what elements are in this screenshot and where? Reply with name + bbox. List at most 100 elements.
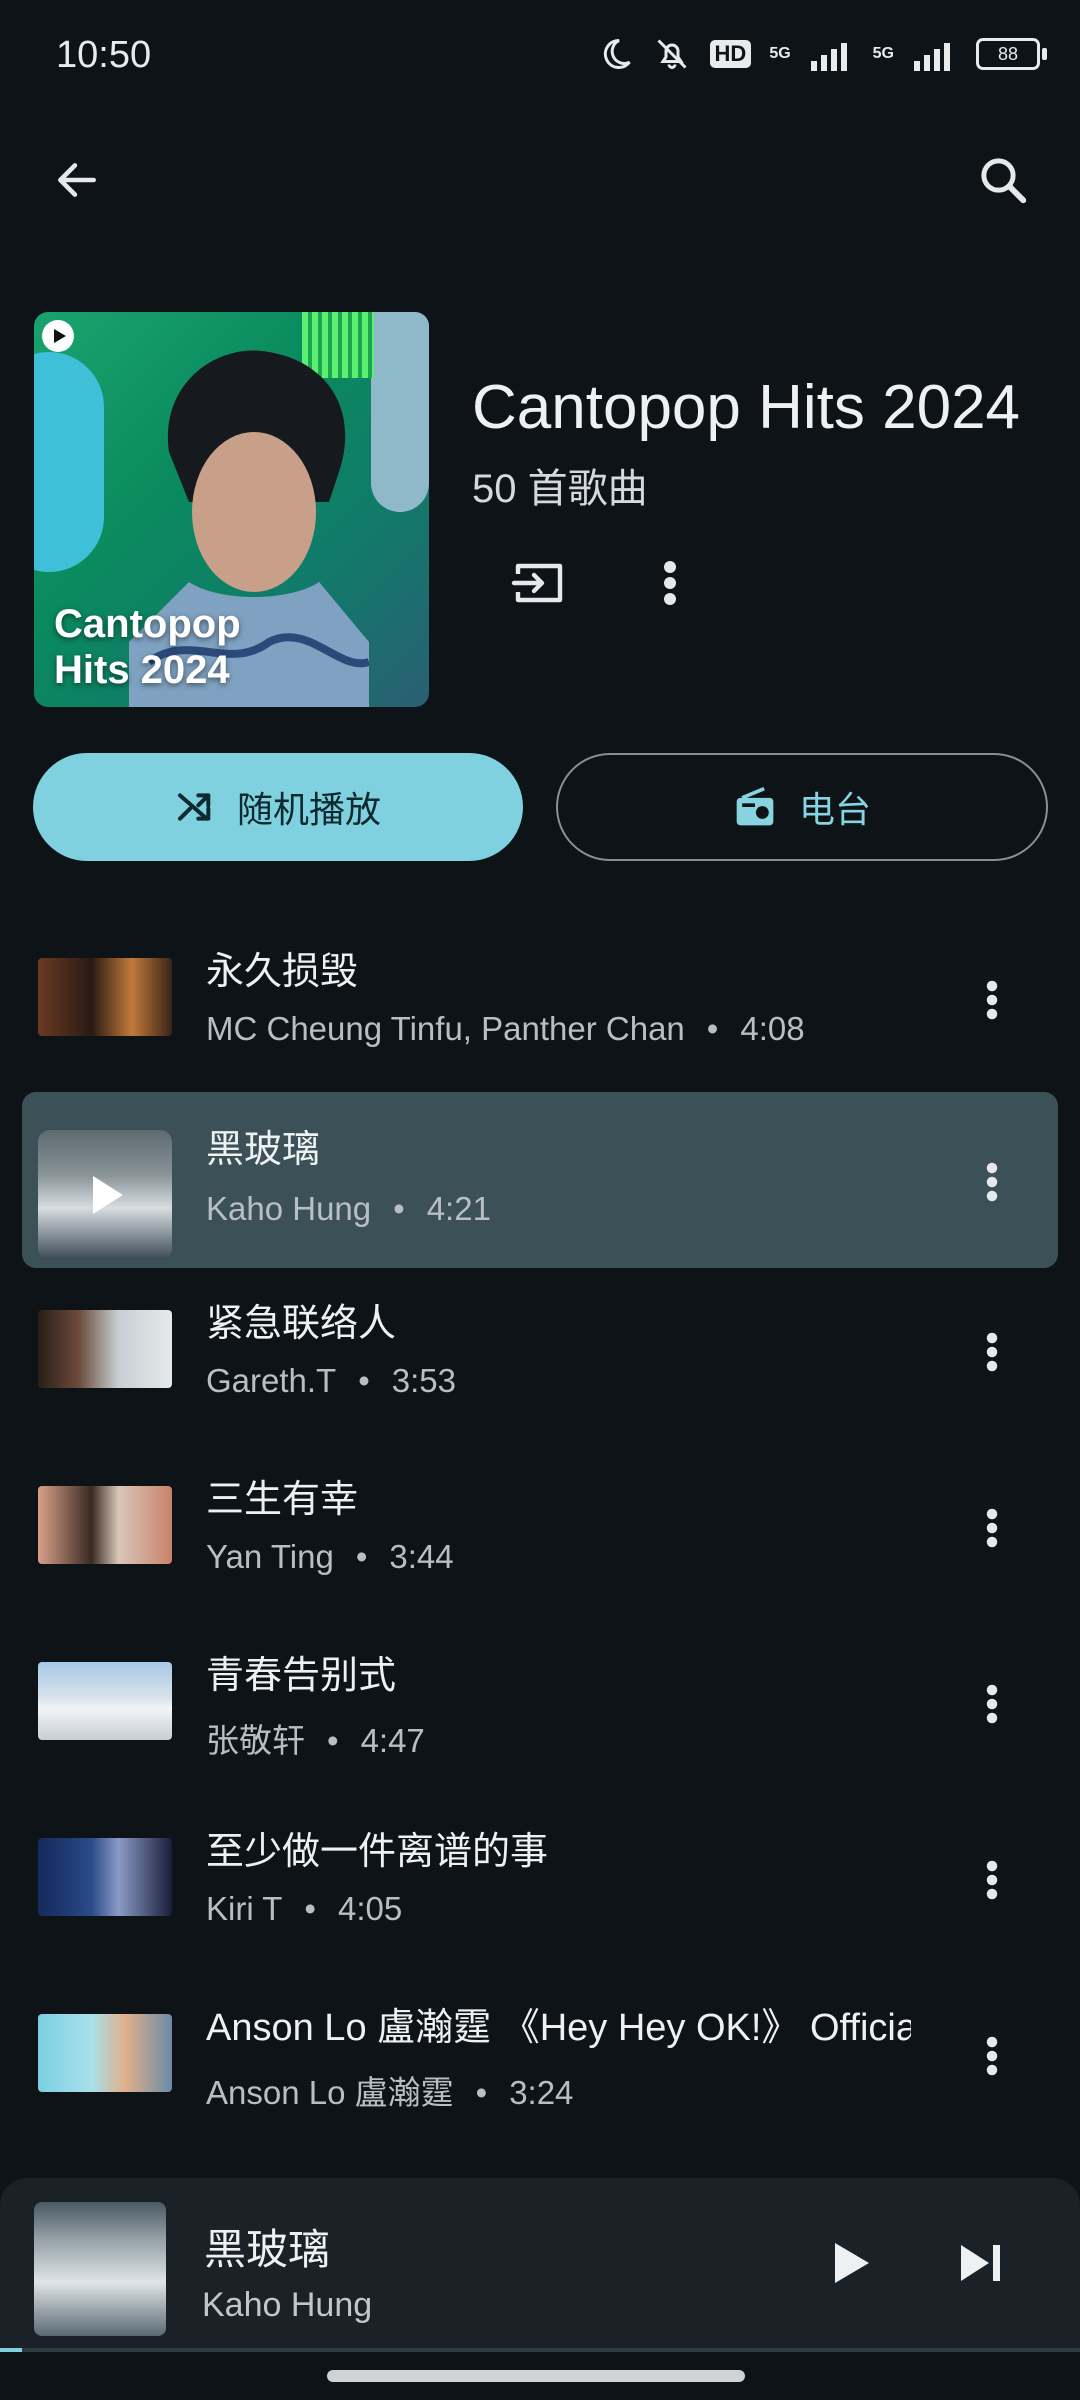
song-title: Anson Lo 盧瀚霆 《Hey Hey OK!》 Official	[206, 2007, 911, 2049]
song-meta: Kaho Hung • 4:21	[206, 1190, 491, 1228]
song-list: 永久损毁 MC Cheung Tinfu, Panther Chan • 4:08 …	[0, 910, 1080, 2142]
playlist-more-button[interactable]	[630, 543, 710, 623]
song-row[interactable]: Anson Lo 盧瀚霆 《Hey Hey OK!》 Official Anso…	[0, 1966, 1080, 2142]
song-row[interactable]: 紧急联络人 Gareth.T • 3:53	[0, 1262, 1080, 1438]
save-to-library-icon	[511, 563, 563, 603]
song-duration: 4:21	[426, 1190, 491, 1227]
cover-shape	[371, 312, 429, 512]
song-meta: Kiri T • 4:05	[206, 1890, 402, 1928]
playlist-song-count: 50 首歌曲	[472, 467, 648, 511]
song-title: 黑玻璃	[206, 1129, 321, 1171]
song-meta: MC Cheung Tinfu, Panther Chan • 4:08	[206, 1010, 805, 1048]
more-vert-icon	[986, 1508, 998, 1548]
song-more-button[interactable]	[960, 958, 1024, 1042]
song-meta: Gareth.T • 3:53	[206, 1362, 456, 1400]
song-duration: 4:47	[360, 1722, 425, 1759]
battery-indicator: 88	[976, 38, 1047, 70]
song-duration: 3:53	[391, 1362, 457, 1399]
song-meta: 张敬轩 • 4:47	[206, 1714, 425, 1762]
song-row[interactable]: 永久损毁 MC Cheung Tinfu, Panther Chan • 4:08	[0, 910, 1080, 1086]
status-icons: HD 5G 5G 88	[598, 36, 1047, 72]
song-artist: Yan Ting	[206, 1538, 334, 1575]
song-more-button[interactable]	[960, 1838, 1024, 1922]
song-duration: 4:08	[740, 1010, 805, 1047]
song-duration: 3:24	[509, 2074, 574, 2111]
song-row[interactable]: 至少做一件离谱的事 Kiri T • 4:05	[0, 1790, 1080, 1966]
song-meta: Anson Lo 盧瀚霆 • 3:24	[206, 2066, 573, 2114]
more-vert-icon	[986, 1332, 998, 1372]
song-more-button[interactable]	[960, 1310, 1024, 1394]
playlist-title: Cantopop Hits 2024	[472, 373, 1021, 442]
network-type-2: 5G	[872, 45, 894, 62]
playing-indicator-icon	[93, 1176, 123, 1214]
more-vert-icon	[986, 1684, 998, 1724]
mini-player-thumbnail	[34, 2202, 166, 2336]
separator-dot: •	[355, 1538, 368, 1575]
playlist-cover: Cantopop Hits 2024	[34, 312, 429, 707]
gesture-navigation-bar[interactable]	[327, 2370, 745, 2382]
song-artist: Anson Lo 盧瀚霆	[206, 2074, 454, 2111]
song-row[interactable]: 三生有幸 Yan Ting • 3:44	[0, 1438, 1080, 1614]
song-meta: Yan Ting • 3:44	[206, 1538, 454, 1576]
song-more-button[interactable]	[960, 2014, 1024, 2098]
save-to-library-button[interactable]	[499, 543, 579, 623]
song-more-button[interactable]	[960, 1140, 1024, 1224]
arrow-back-icon	[58, 163, 96, 197]
separator-dot: •	[706, 1010, 719, 1047]
more-vert-icon	[986, 980, 998, 1020]
mini-player-title: 黑玻璃	[204, 2226, 331, 2273]
song-title: 永久损毁	[206, 951, 359, 993]
playlist-logo-icon	[42, 320, 74, 352]
separator-dot: •	[358, 1362, 370, 1399]
search-button[interactable]	[953, 130, 1053, 230]
song-artist: Kaho Hung	[206, 1190, 372, 1227]
radio-icon	[736, 786, 774, 826]
song-duration: 3:44	[389, 1538, 454, 1575]
song-thumbnail	[38, 1486, 172, 1564]
song-title: 紧急联络人	[206, 1303, 397, 1345]
do-not-disturb-moon-icon	[603, 38, 631, 69]
song-artist: 张敬轩	[206, 1722, 305, 1759]
status-bar: 10:50 HD 5G 5G 88	[0, 0, 1080, 120]
more-vert-icon	[986, 1162, 998, 1202]
separator-dot: •	[327, 1722, 339, 1759]
skip-next-button[interactable]	[936, 2218, 1026, 2308]
back-button[interactable]	[27, 130, 127, 230]
mute-bell-icon	[656, 39, 687, 69]
song-thumbnail	[38, 1838, 172, 1916]
progress-fill	[0, 2348, 22, 2352]
search-icon	[981, 158, 1027, 204]
song-duration: 4:05	[337, 1890, 403, 1927]
song-thumbnail	[38, 2014, 172, 2092]
song-more-button[interactable]	[960, 1662, 1024, 1746]
radio-button[interactable]: 电台	[556, 753, 1048, 861]
hd-voice-badge: HD	[709, 40, 752, 68]
song-title: 至少做一件离谱的事	[206, 1831, 549, 1873]
more-vert-icon	[664, 561, 676, 605]
play-icon	[835, 2243, 869, 2283]
song-thumbnail	[38, 958, 172, 1036]
song-thumbnail	[38, 1130, 172, 1260]
play-button[interactable]	[806, 2218, 896, 2308]
radio-label: 电台	[798, 789, 871, 830]
cover-shape	[34, 352, 104, 572]
skip-next-icon	[961, 2245, 1000, 2281]
song-thumbnail	[38, 1662, 172, 1740]
signal-strength-icon	[914, 43, 950, 71]
mini-player[interactable]: 黑玻璃 Kaho Hung	[0, 2178, 1080, 2350]
status-time: 10:50	[56, 34, 152, 76]
playback-progress-bar[interactable]	[0, 2348, 1080, 2352]
song-thumbnail	[38, 1310, 172, 1388]
song-row-now-playing[interactable]: 黑玻璃 Kaho Hung • 4:21	[0, 1086, 1080, 1268]
song-more-button[interactable]	[960, 1486, 1024, 1570]
song-title: 青春告别式	[206, 1655, 397, 1697]
song-artist: MC Cheung Tinfu, Panther Chan	[206, 1010, 685, 1047]
more-vert-icon	[986, 2036, 998, 2076]
network-type-1: 5G	[769, 45, 791, 62]
shuffle-play-button[interactable]: 随机播放	[33, 753, 523, 861]
separator-dot: •	[304, 1890, 316, 1927]
cover-title-text: Cantopop Hits 2024	[54, 602, 241, 692]
separator-dot: •	[393, 1190, 405, 1227]
shuffle-play-label: 随机播放	[236, 789, 381, 830]
song-row[interactable]: 青春告别式 张敬轩 • 4:47	[0, 1614, 1080, 1790]
